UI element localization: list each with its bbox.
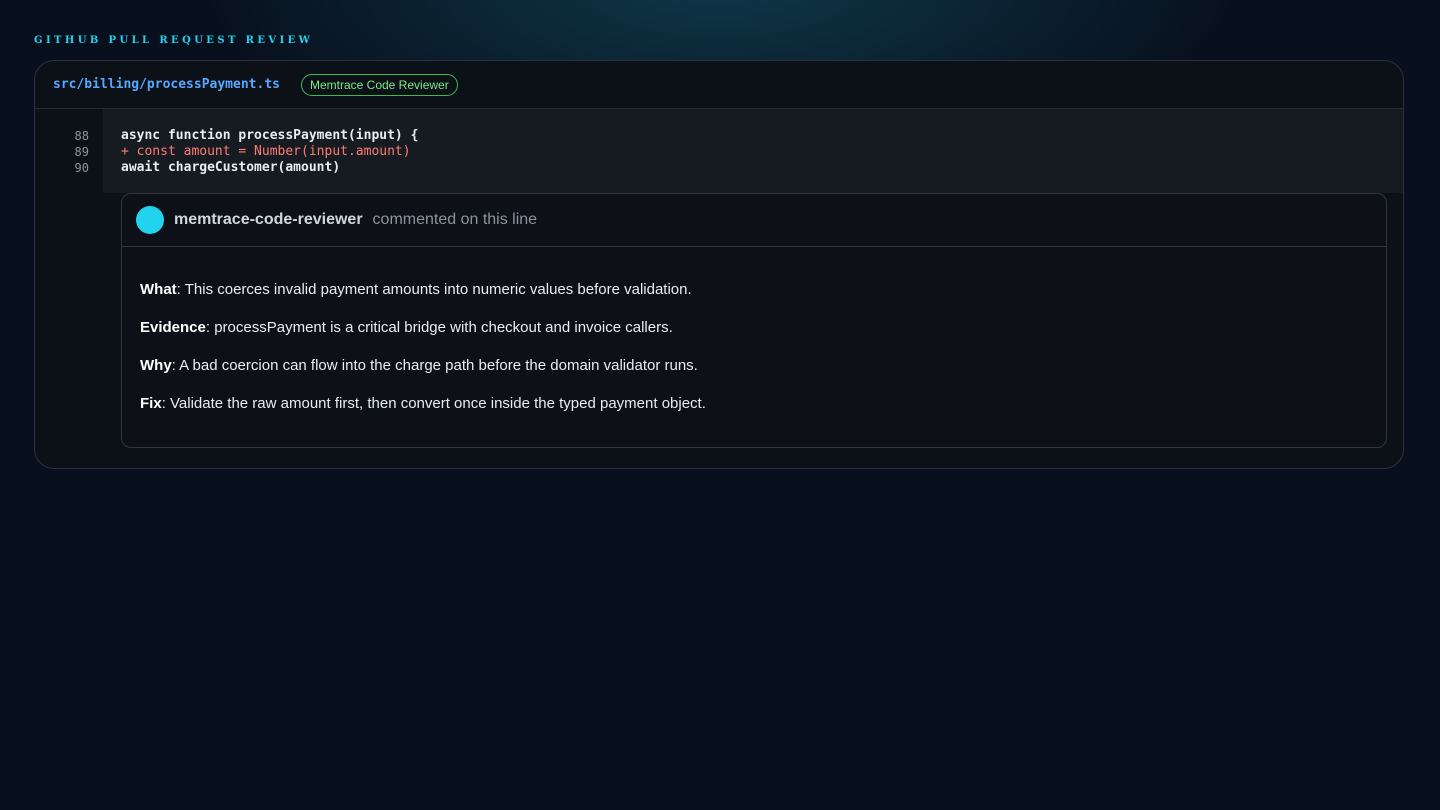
what-term: What [140, 281, 177, 298]
code-lines: async function processPayment(input) { +… [103, 109, 1403, 193]
evidence-term: Evidence [140, 319, 206, 336]
comment-why: Why: A bad coercion can flow into the ch… [140, 357, 1368, 375]
why-term: Why [140, 357, 172, 374]
comment-action-text: commented on this line [372, 211, 538, 228]
pull-request-file-card: src/billing/processPayment.ts Memtrace C… [34, 60, 1404, 469]
reviewer-badge: Memtrace Code Reviewer [300, 73, 458, 96]
code-line-context: await chargeCustomer(amount) [121, 160, 341, 175]
code-line-context: async function processPayment(input) { [121, 128, 419, 143]
file-path-link[interactable]: src/billing/processPayment.ts [53, 77, 280, 92]
why-text: : A bad coercion can flow into the charg… [171, 357, 698, 374]
code-diff: 88 89 90 async function processPayment(i… [35, 109, 1403, 193]
comment-evidence: Evidence: processPayment is a critical b… [140, 319, 1368, 337]
comment-author[interactable]: memtrace-code-reviewer [174, 211, 363, 229]
fix-term: Fix [140, 395, 162, 412]
fix-text: : Validate the raw amount first, then co… [161, 395, 706, 412]
line-number[interactable]: 89 [35, 144, 103, 160]
evidence-text: : processPayment is a critical bridge wi… [205, 319, 673, 336]
review-comment: memtrace-code-reviewer commented on this… [121, 193, 1387, 448]
line-number[interactable]: 88 [35, 128, 103, 144]
code-line-added: + const amount = Number(input.amount) [121, 144, 411, 159]
what-text: : This coerces invalid payment amounts i… [176, 281, 692, 298]
comment-body: What: This coerces invalid payment amoun… [122, 247, 1386, 413]
comment-header: memtrace-code-reviewer commented on this… [122, 194, 1386, 247]
line-number-gutter: 88 89 90 [35, 109, 103, 193]
comment-fix: Fix: Validate the raw amount first, then… [140, 395, 1368, 413]
section-label: GITHUB PULL REQUEST REVIEW [34, 35, 314, 46]
comment-what: What: This coerces invalid payment amoun… [140, 281, 1368, 299]
file-header: src/billing/processPayment.ts Memtrace C… [35, 61, 1403, 109]
avatar[interactable] [136, 206, 164, 234]
line-number[interactable]: 90 [35, 160, 103, 176]
